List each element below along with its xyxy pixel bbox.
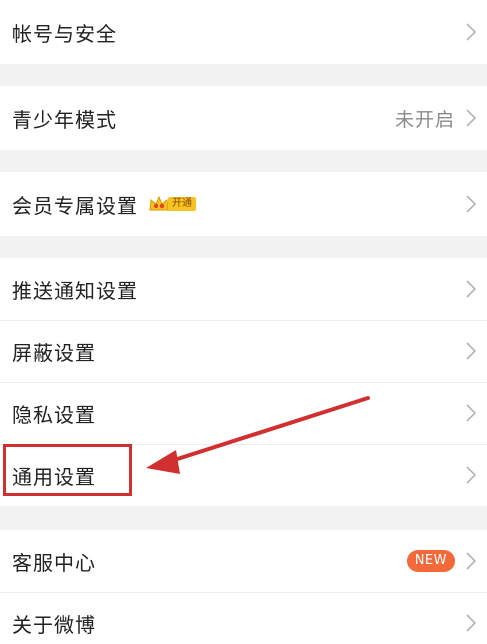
vip-settings-label: 会员专属设置 bbox=[12, 193, 138, 218]
chevron-right-icon bbox=[465, 341, 477, 361]
chevron-right-icon bbox=[465, 551, 477, 571]
new-badge: NEW bbox=[406, 550, 455, 572]
section-divider bbox=[0, 150, 487, 172]
vip-badge: 开通 bbox=[148, 195, 196, 213]
section-divider bbox=[0, 506, 487, 530]
highlight-box bbox=[3, 444, 132, 496]
block-settings-label: 屏蔽设置 bbox=[12, 340, 96, 365]
crown-icon bbox=[149, 195, 169, 211]
about-weibo-row[interactable]: 关于微博 bbox=[0, 592, 487, 644]
account-security-label: 帐号与安全 bbox=[12, 21, 117, 46]
chevron-right-icon bbox=[465, 108, 477, 128]
push-settings-label: 推送通知设置 bbox=[12, 278, 138, 303]
section-divider bbox=[0, 236, 487, 258]
privacy-settings-label: 隐私设置 bbox=[12, 402, 96, 427]
section-divider bbox=[0, 64, 487, 86]
chevron-right-icon bbox=[465, 465, 477, 485]
customer-service-row[interactable]: 客服中心 NEW bbox=[0, 530, 487, 592]
privacy-settings-row[interactable]: 隐私设置 bbox=[0, 382, 487, 444]
teen-mode-label: 青少年模式 bbox=[12, 107, 117, 132]
settings-group-account: 帐号与安全 bbox=[0, 0, 487, 64]
vip-settings-row[interactable]: 会员专属设置 开通 bbox=[0, 172, 487, 236]
block-settings-row[interactable]: 屏蔽设置 bbox=[0, 320, 487, 382]
teen-mode-status: 未开启 bbox=[394, 108, 455, 131]
chevron-right-icon bbox=[465, 194, 477, 214]
account-security-row[interactable]: 帐号与安全 bbox=[0, 0, 487, 64]
chevron-right-icon bbox=[465, 403, 477, 423]
settings-group-vip: 会员专属设置 开通 bbox=[0, 172, 487, 236]
settings-page: 帐号与安全 青少年模式 未开启 会员专属设置 开通 推送通知设置 屏蔽设置 隐私… bbox=[0, 0, 487, 644]
chevron-right-icon bbox=[465, 279, 477, 299]
settings-group-support: 客服中心 NEW 关于微博 bbox=[0, 530, 487, 644]
customer-service-label: 客服中心 bbox=[12, 550, 96, 575]
about-weibo-label: 关于微博 bbox=[12, 612, 96, 637]
vip-badge-text: 开通 bbox=[168, 197, 196, 211]
chevron-right-icon bbox=[465, 613, 477, 633]
teen-mode-row[interactable]: 青少年模式 未开启 bbox=[0, 86, 487, 150]
chevron-right-icon bbox=[465, 22, 477, 42]
settings-group-teen: 青少年模式 未开启 bbox=[0, 86, 487, 150]
push-settings-row[interactable]: 推送通知设置 bbox=[0, 258, 487, 320]
